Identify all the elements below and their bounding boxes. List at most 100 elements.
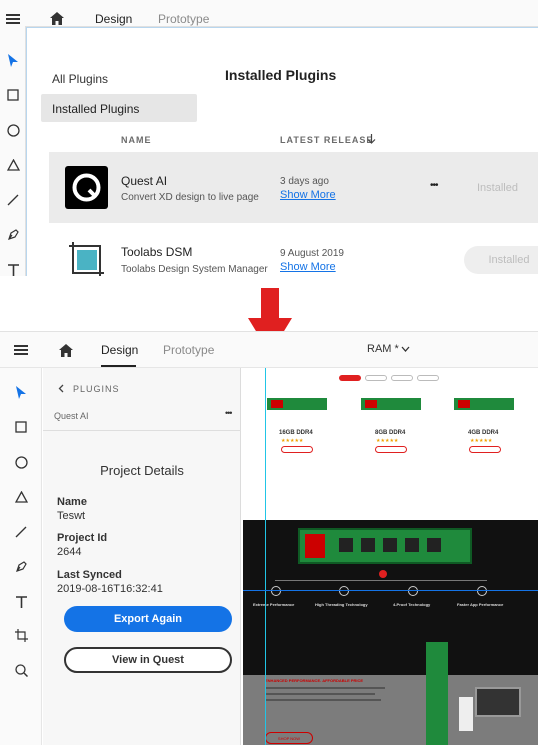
nav-installed-plugins-label: Installed Plugins: [52, 102, 140, 116]
feature-icon: [477, 586, 487, 596]
column-header-name[interactable]: NAME: [121, 135, 152, 145]
hamburger-menu-icon[interactable]: [4, 10, 22, 28]
plugin-name-label: Quest AI: [54, 411, 89, 421]
tab-prototype[interactable]: Prototype: [163, 343, 214, 357]
filter-pill: [417, 375, 439, 381]
plugins-back-link[interactable]: PLUGINS: [73, 384, 120, 394]
ram-label: [365, 400, 377, 408]
page-title: Installed Plugins: [225, 67, 337, 83]
show-more-link[interactable]: Show More: [280, 261, 336, 273]
text-tool-icon[interactable]: [3, 260, 23, 276]
rectangle-tool-icon[interactable]: [11, 417, 31, 437]
buy-now-button: [469, 446, 501, 453]
product-title: 16GB DDR4: [279, 430, 313, 436]
text-tool-icon[interactable]: [11, 592, 31, 612]
tab-design[interactable]: Design: [101, 343, 138, 357]
plugins-window: Design Prototype All Plugins Installed P…: [0, 0, 538, 276]
chevron-left-icon[interactable]: [57, 383, 65, 393]
installed-status-button: Installed: [464, 246, 538, 274]
feature-label: 4-Proof Technology: [393, 602, 431, 607]
nav-installed-plugins[interactable]: Installed Plugins: [41, 94, 197, 122]
plugin-row[interactable]: Toolabs DSM Toolabs Design System Manage…: [49, 224, 538, 276]
product-title: 4GB DDR4: [468, 430, 499, 436]
home-icon[interactable]: [57, 341, 75, 359]
name-label: Name: [57, 496, 87, 508]
artboard-tool-icon[interactable]: [11, 625, 31, 645]
artboard-products-section[interactable]: 16GB DDR4 ★★★★★ 8GB DDR4 ★★★★★ 4GB DDR4 …: [243, 368, 538, 520]
last-synced-value: 2019-08-16T16:32:41: [57, 583, 163, 595]
rectangle-tool-icon[interactable]: [3, 85, 23, 105]
ellipse-tool-icon[interactable]: [3, 120, 23, 140]
home-icon[interactable]: [48, 9, 66, 27]
design-canvas[interactable]: 16GB DDR4 ★★★★★ 8GB DDR4 ★★★★★ 4GB DDR4 …: [243, 368, 538, 745]
buy-now-button: [375, 446, 407, 453]
tab-design-underline: [101, 365, 136, 367]
bottom-toolbar: [0, 368, 42, 745]
top-toolbar: [0, 38, 26, 276]
more-options-icon[interactable]: •••: [225, 408, 233, 418]
show-more-link[interactable]: Show More: [280, 189, 336, 201]
product-title: 8GB DDR4: [375, 430, 406, 436]
feature-icon: [408, 586, 418, 596]
feature-label: Extreme Performance: [253, 602, 295, 607]
ellipse-tool-icon[interactable]: [11, 452, 31, 472]
name-value: Teswt: [57, 510, 86, 522]
plugin-release-date: 9 August 2019: [280, 248, 344, 259]
plugin-description: Toolabs Design System Manager: [121, 264, 268, 275]
plugin-description: Convert XD design to live page: [121, 192, 259, 203]
more-options-icon[interactable]: •••: [430, 180, 438, 191]
promo-headline: ENHANCED PERFORMANCE. AFFORDABLE PRICE: [265, 678, 364, 683]
bottom-app-bar: Design Prototype RAM *: [0, 332, 538, 368]
ram-hero-label: [305, 534, 325, 558]
plugin-row[interactable]: Quest AI Convert XD design to live page …: [49, 152, 538, 223]
ram-chip: [339, 538, 353, 552]
guide-line: [265, 368, 266, 745]
select-tool-icon[interactable]: [3, 50, 23, 70]
promo-text-line: [265, 693, 375, 695]
feature-icon: [339, 586, 349, 596]
connector-line: [275, 580, 487, 581]
pc-tower-image: [459, 697, 473, 731]
document-title[interactable]: RAM *: [367, 343, 399, 355]
polygon-tool-icon[interactable]: [3, 155, 23, 175]
shop-now-button: SHOP NOW: [265, 732, 313, 744]
tab-design[interactable]: Design: [95, 12, 132, 26]
plugin-name: Toolabs DSM: [121, 245, 193, 259]
line-tool-icon[interactable]: [3, 190, 23, 210]
tab-prototype[interactable]: Prototype: [158, 12, 209, 26]
artboard-promo-section[interactable]: ENHANCED PERFORMANCE. AFFORDABLE PRICE S…: [243, 675, 538, 745]
rating-stars-icon: ★★★★★: [376, 438, 399, 444]
ram-label: [271, 400, 283, 408]
promo-text-line: [265, 699, 381, 701]
export-again-button[interactable]: Export Again: [64, 606, 232, 632]
plugin-sidebar: PLUGINS Quest AI ••• Project Details Nam…: [43, 368, 241, 745]
chevron-down-icon[interactable]: [400, 345, 410, 353]
last-synced-label: Last Synced: [57, 569, 122, 581]
view-in-quest-button[interactable]: View in Quest: [64, 647, 232, 673]
plugin-name: Quest AI: [121, 174, 168, 188]
project-id-value: 2644: [57, 546, 82, 558]
column-header-latest-release[interactable]: LATEST RELEASE: [280, 135, 373, 145]
pen-tool-icon[interactable]: [11, 557, 31, 577]
divider: [43, 430, 241, 431]
rating-stars-icon: ★★★★★: [470, 438, 493, 444]
ram-chip: [405, 538, 419, 552]
feature-icon: [271, 586, 281, 596]
rating-stars-icon: ★★★★★: [281, 438, 304, 444]
ram-chip: [427, 538, 441, 552]
ram-chip: [361, 538, 375, 552]
buy-now-button: [281, 446, 313, 453]
select-tool-icon[interactable]: [11, 382, 31, 402]
pen-tool-icon[interactable]: [3, 225, 23, 245]
xd-window: Design Prototype RAM * PLUGINS Quest AI …: [0, 331, 538, 745]
ram-vertical-image: [426, 642, 448, 675]
zoom-tool-icon[interactable]: [11, 660, 31, 680]
sort-down-arrow-icon[interactable]: [366, 133, 376, 145]
polygon-tool-icon[interactable]: [11, 487, 31, 507]
nav-all-plugins[interactable]: All Plugins: [52, 72, 108, 86]
line-tool-icon[interactable]: [11, 522, 31, 542]
artboard-hero-section[interactable]: Extreme Performance High Threading Techn…: [243, 520, 538, 675]
hamburger-menu-icon[interactable]: [12, 342, 30, 358]
feature-label: Faster App Performance: [457, 602, 504, 607]
project-details-title: Project Details: [100, 463, 184, 478]
